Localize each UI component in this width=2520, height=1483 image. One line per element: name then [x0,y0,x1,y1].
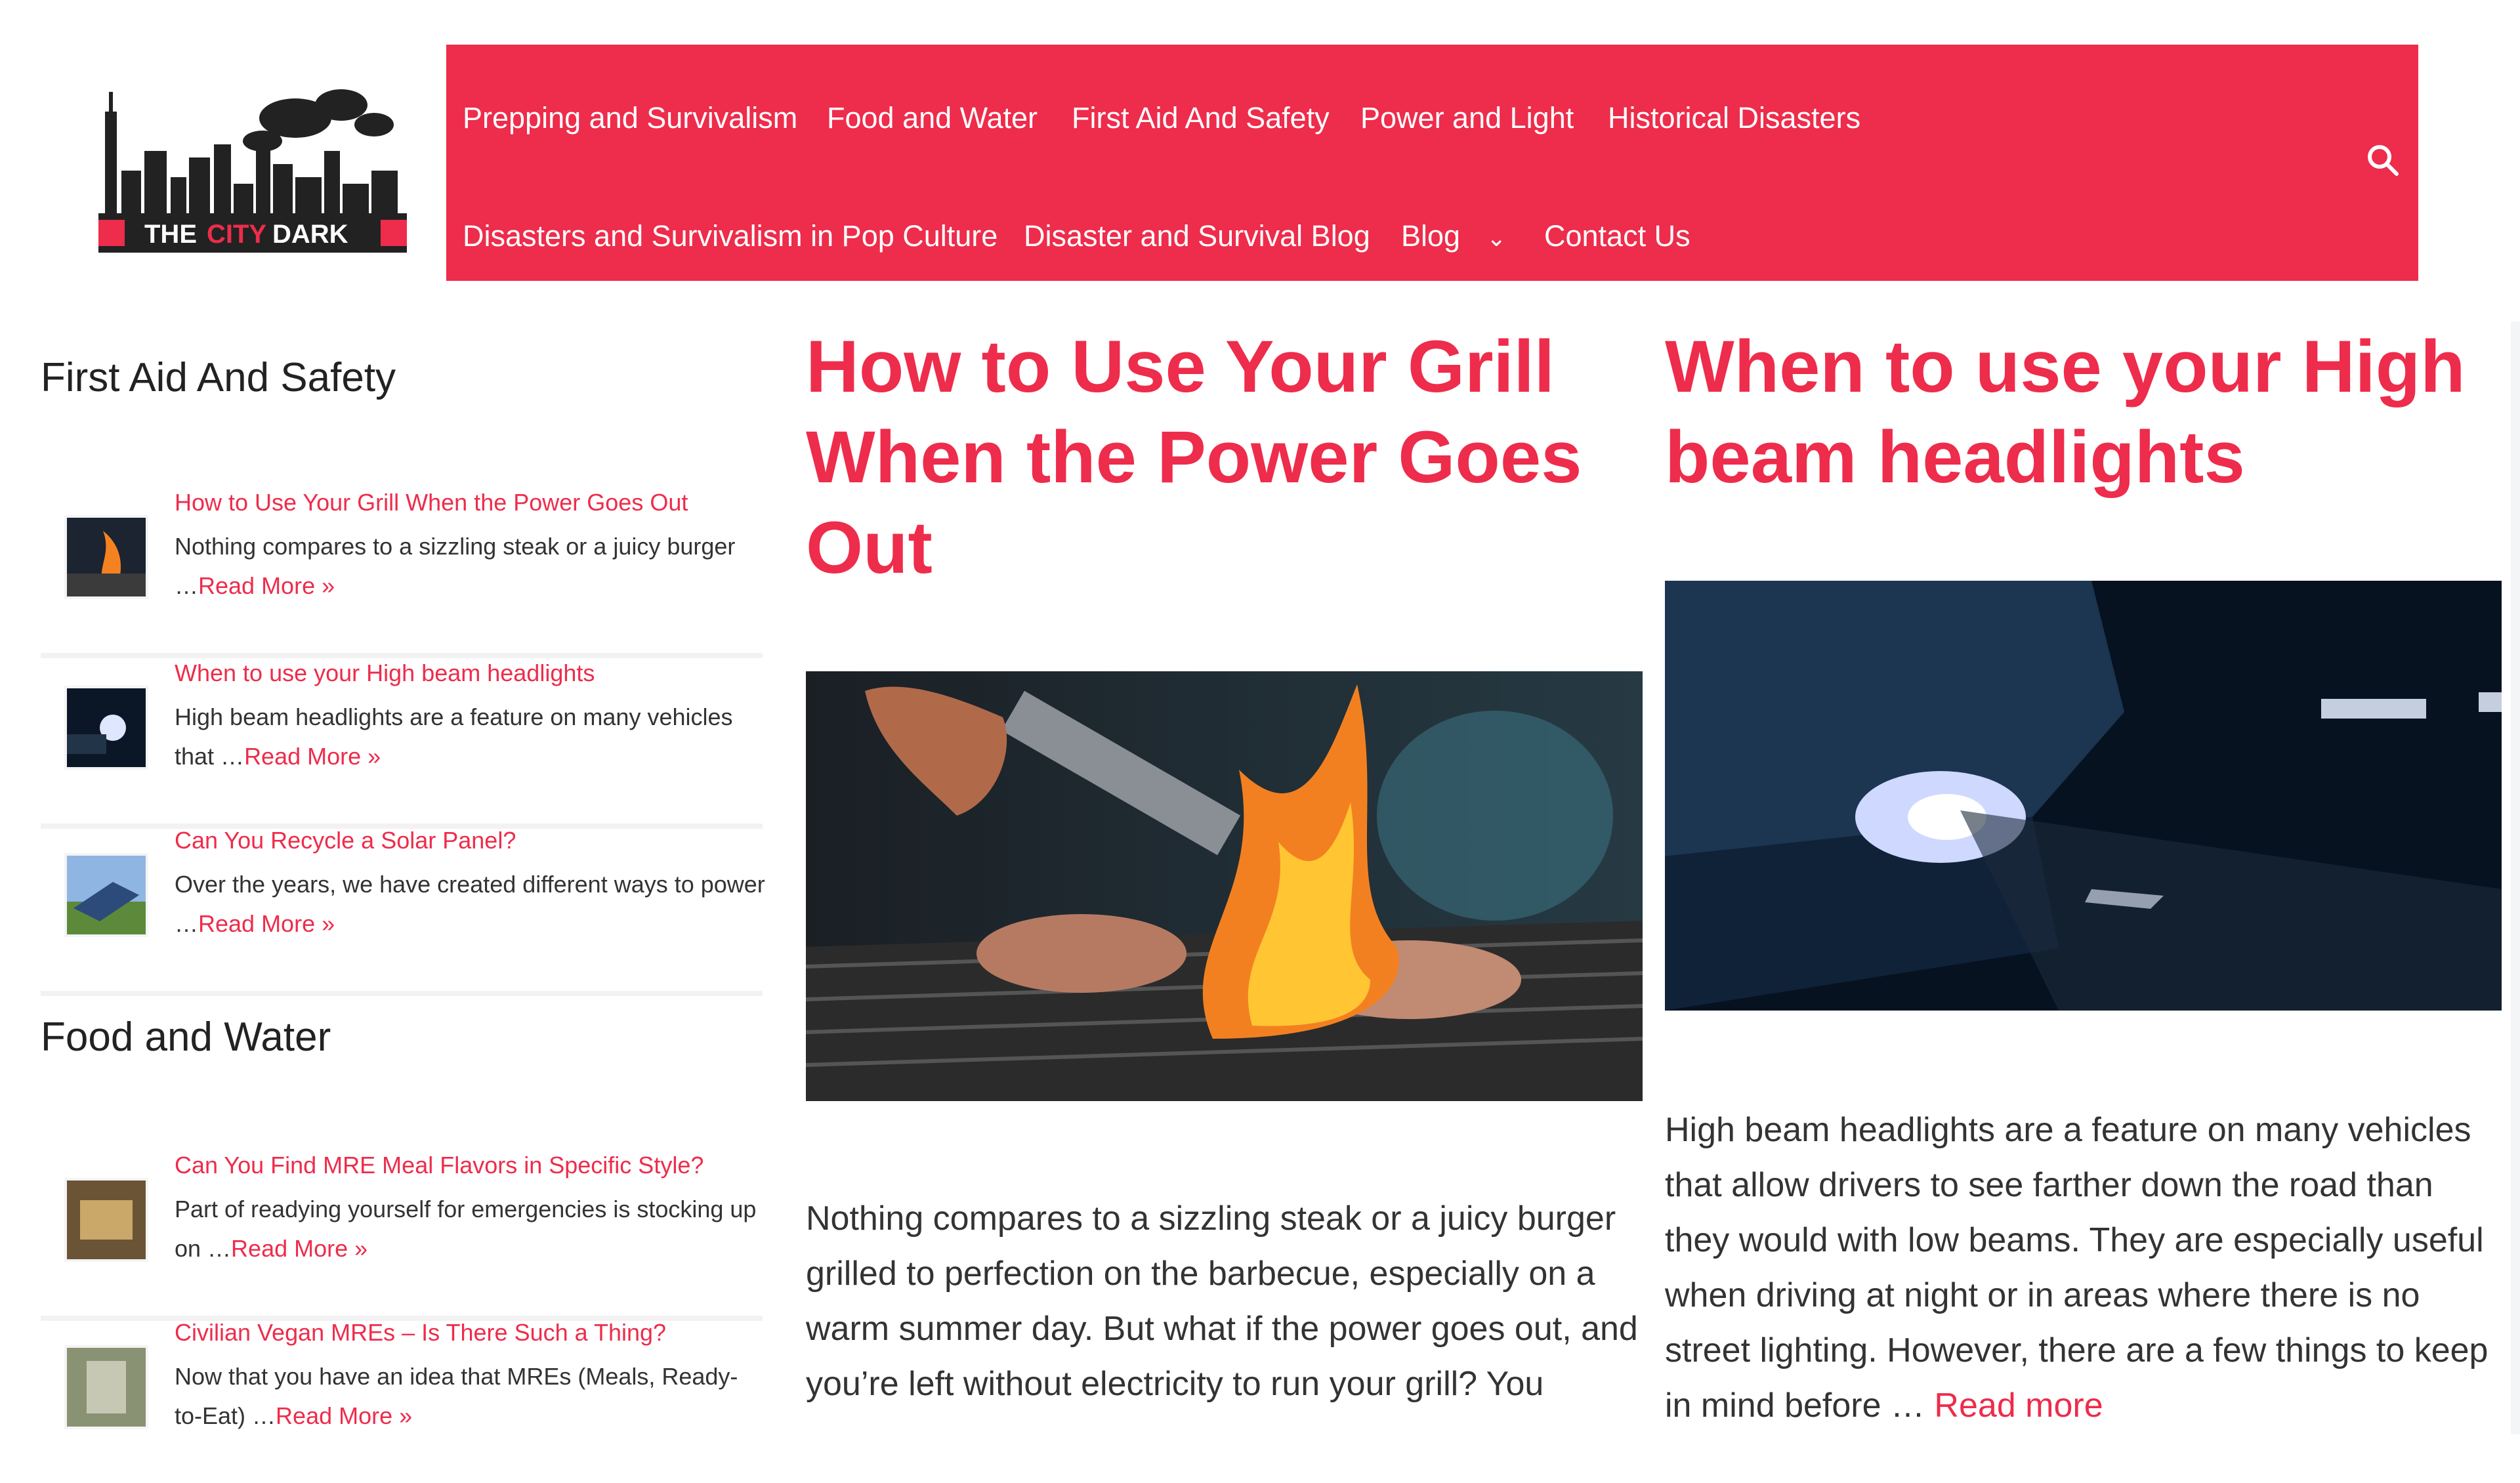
sidebar: First Aid And Safety How to Use Your Gri… [20,322,765,1434]
sidebar-post-excerpt: Part of readying yourself for emergencie… [175,1190,765,1268]
post-thumbnail-vegan-mre[interactable] [64,1345,148,1429]
sidebar-post-item[interactable]: Civilian Vegan MREs – Is There Such a Th… [41,1319,763,1483]
sidebar-post-title[interactable]: When to use your High beam headlights [175,659,595,687]
nav-blog-label: Blog [1401,219,1461,253]
svg-text:CITY: CITY [207,220,266,249]
svg-text:DARK: DARK [272,220,348,249]
search-icon[interactable] [2366,143,2400,177]
svg-text:THE: THE [144,220,197,249]
sidebar-post-title[interactable]: Can You Recycle a Solar Panel? [175,827,516,854]
read-more-link[interactable]: Read More » [244,743,381,770]
article-image-grill[interactable] [806,671,1643,1101]
site-logo[interactable]: THE CITY DARK [98,79,407,262]
read-more-link[interactable]: Read More » [198,572,335,599]
sidebar-post-title[interactable]: Civilian Vegan MREs – Is There Such a Th… [175,1319,666,1347]
post-thumbnail-headlights[interactable] [64,686,148,770]
post-thumbnail-grill[interactable] [64,515,148,599]
read-more-link[interactable]: Read More » [276,1402,412,1429]
sidebar-heading-food-and-water: Food and Water [41,1014,331,1060]
city-skyline-logo: THE CITY DARK [98,89,407,253]
chevron-down-icon[interactable]: ⌄ [1486,224,1506,252]
read-more-link[interactable]: Read more [1934,1387,2103,1425]
read-more-link[interactable]: Read More » [198,910,335,937]
nav-prepping-and-survivalism[interactable]: Prepping and Survivalism [463,101,797,135]
nav-historical-disasters[interactable]: Historical Disasters [1608,101,1860,135]
nav-disasters-in-pop-culture[interactable]: Disasters and Survivalism in Pop Culture [463,219,998,253]
nav-contact-us[interactable]: Contact Us [1544,219,1690,253]
article-title-headlights[interactable]: When to use your High beam headlights [1665,322,2492,503]
article-excerpt-grill: Nothing compares to a sizzling steak or … [806,1200,1638,1403]
nav-first-aid-and-safety[interactable]: First Aid And Safety [1072,101,1330,135]
sidebar-post-excerpt: Now that you have an idea that MREs (Mea… [175,1357,765,1436]
right-edge-divider [2511,322,2520,1434]
read-more-link[interactable]: Read More » [231,1235,368,1262]
article-image-headlights[interactable] [1665,581,2502,1011]
excerpt-text: Now that you have an idea that MREs (Mea… [175,1363,738,1429]
sidebar-post-excerpt: Over the years, we have created differen… [175,865,765,944]
sidebar-post-title[interactable]: Can You Find MRE Meal Flavors in Specifi… [175,1152,704,1179]
sidebar-heading-first-aid: First Aid And Safety [41,355,396,400]
nav-disaster-and-survival-blog[interactable]: Disaster and Survival Blog [1024,219,1370,253]
nav-blog[interactable]: Blog ⌄ [1401,219,1506,253]
sidebar-post-excerpt: High beam headlights are a feature on ma… [175,698,765,776]
sidebar-post-excerpt: Nothing compares to a sizzling steak or … [175,527,765,606]
sidebar-post-item[interactable]: Can You Find MRE Meal Flavors in Specifi… [41,1152,763,1321]
excerpt-text: High beam headlights are a feature on ma… [1665,1111,2488,1425]
main-navigation: Prepping and Survivalism Food and Water … [446,45,2418,281]
sidebar-post-title[interactable]: How to Use Your Grill When the Power Goe… [175,489,688,516]
sidebar-post-item[interactable]: How to Use Your Grill When the Power Goe… [41,489,763,658]
sidebar-post-item[interactable]: When to use your High beam headlights Hi… [41,659,763,829]
post-thumbnail-mre-meals[interactable] [64,1178,148,1262]
sidebar-post-item[interactable]: Can You Recycle a Solar Panel? Over the … [41,827,765,996]
nav-food-and-water[interactable]: Food and Water [827,101,1038,135]
article-title-grill[interactable]: How to Use Your Grill When the Power Goe… [806,322,1633,593]
article-excerpt-headlights: High beam headlights are a feature on ma… [1665,1102,2502,1434]
nav-power-and-light[interactable]: Power and Light [1360,101,1574,135]
post-thumbnail-solar-panel[interactable] [64,853,148,937]
